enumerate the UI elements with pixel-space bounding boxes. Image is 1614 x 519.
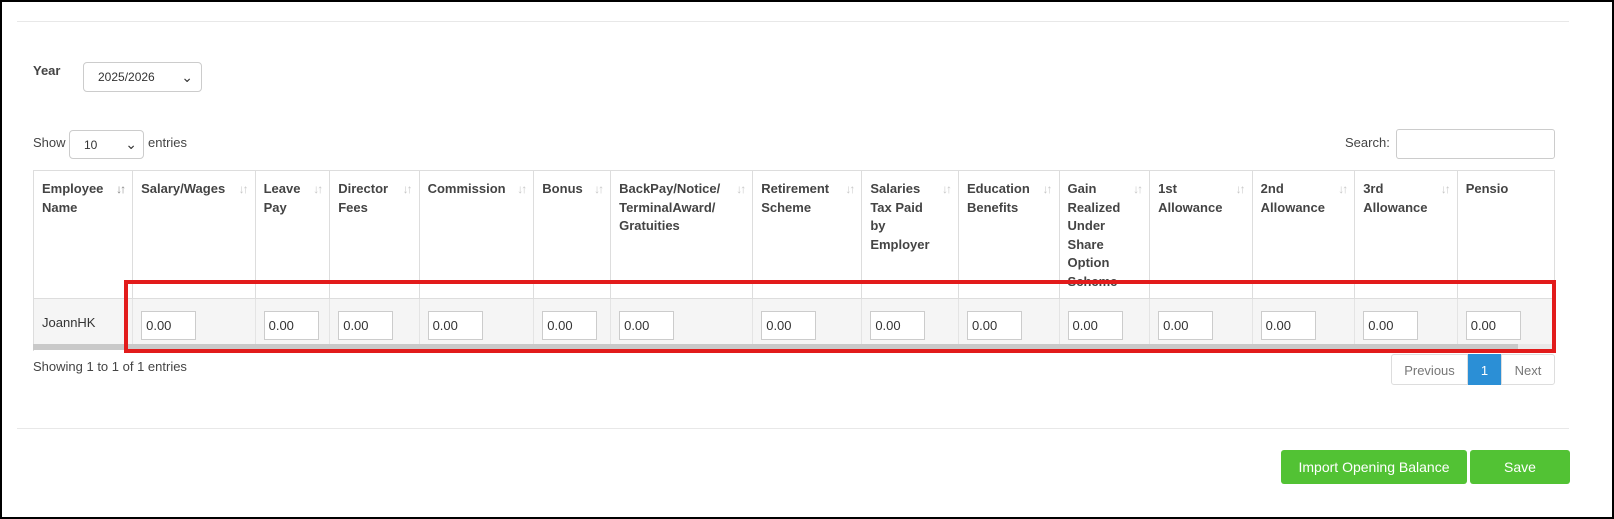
table-row: JoannHK 0.00 0.00 0.00 0.00 0.00 0.00 0.00 0.00 0…	[34, 298, 1555, 347]
page-length-select[interactable]: 10 ⌄	[69, 130, 144, 159]
amount-cell: 0.00	[1457, 298, 1555, 347]
amount-input[interactable]: 0.00	[1158, 311, 1214, 341]
column-header[interactable]: Gain Realized Under Share Option Scheme ↓…	[1059, 170, 1151, 299]
column-header-label: Leave Pay	[263, 181, 301, 215]
amount-input[interactable]: 0.00	[542, 311, 598, 341]
save-button[interactable]: Save	[1470, 450, 1570, 484]
table-header-row: Employee Name ↓↑ Salary/Wages ↓↑ Leave Pay ↓↑…	[34, 170, 1555, 299]
column-header-label: BackPay/Notice/ TerminalAward/ Gratuitie…	[619, 181, 721, 233]
column-header[interactable]: Retirement Scheme ↓↑	[752, 170, 863, 299]
column-header-label: Salaries Tax Paid by Employer	[870, 181, 930, 252]
column-header[interactable]: Leave Pay ↓↑	[255, 170, 331, 299]
search-input[interactable]	[1396, 129, 1555, 159]
scrollbar-track	[1518, 344, 1555, 350]
amount-cell: 0.00	[958, 298, 1060, 347]
amount-cell: 0.00	[861, 298, 959, 347]
column-header[interactable]: Bonus ↓↑	[533, 170, 612, 299]
employee-name-cell: JoannHK	[34, 298, 134, 347]
column-header-label: Employee Name	[42, 181, 104, 215]
entries-label: entries	[148, 135, 188, 150]
amount-input[interactable]: 0.00	[966, 311, 1022, 341]
column-header[interactable]: Director Fees ↓↑	[329, 170, 420, 299]
sort-icon: ↓↑	[517, 182, 527, 196]
sort-icon: ↓↑	[116, 182, 126, 196]
amount-input[interactable]: 0.00	[427, 311, 483, 341]
amount-cell: 0.00	[255, 298, 331, 347]
page-1-button[interactable]: 1	[1468, 354, 1501, 385]
column-header-label: Salary/Wages	[141, 181, 226, 196]
column-header-label: Education Benefits	[966, 181, 1030, 215]
amount-cell: 0.00	[419, 298, 535, 347]
column-header[interactable]: Pensio	[1457, 170, 1555, 299]
top-divider	[17, 21, 1569, 22]
column-header[interactable]: 2nd Allowance ↓↑	[1252, 170, 1356, 299]
sort-icon: ↓↑	[845, 182, 855, 196]
import-opening-balance-button[interactable]: Import Opening Balance	[1281, 450, 1467, 484]
bottom-divider	[17, 428, 1569, 429]
sort-icon: ↓↑	[1235, 182, 1246, 196]
year-select[interactable]: 2025/2026 ⌄	[83, 62, 202, 92]
next-button[interactable]: Next	[1501, 354, 1555, 385]
column-header[interactable]: Employee Name ↓↑	[34, 170, 134, 299]
column-header-label: 1st Allowance	[1158, 181, 1223, 215]
sort-icon: ↓↑	[313, 182, 323, 196]
amount-input[interactable]: 0.00	[1260, 311, 1316, 341]
amount-cell: 0.00	[610, 298, 754, 347]
amount-input[interactable]: 0.00	[619, 311, 675, 341]
sort-icon: ↓↑	[238, 182, 249, 196]
amount-input[interactable]: 0.00	[263, 311, 319, 341]
amount-input[interactable]: 0.00	[338, 311, 394, 341]
sort-icon: ↓↑	[1042, 182, 1053, 196]
pagination: Previous 1 Next	[1391, 354, 1555, 385]
amount-cell: 0.00	[1059, 298, 1151, 347]
column-header-label: Commission	[427, 181, 506, 196]
sort-icon: ↓↑	[736, 182, 746, 196]
column-header[interactable]: 3rd Allowance ↓↑	[1354, 170, 1458, 299]
amount-cell: 0.00	[1354, 298, 1458, 347]
amount-cell: 0.00	[752, 298, 863, 347]
column-header-label: Bonus	[542, 181, 583, 196]
column-header-label: Director Fees	[338, 181, 389, 215]
opening-balance-table: Employee Name ↓↑ Salary/Wages ↓↑ Leave Pay ↓↑…	[33, 170, 1555, 351]
column-header-label: Pensio	[1465, 181, 1509, 196]
amount-input[interactable]: 0.00	[1363, 311, 1419, 341]
amount-cell: 0.00	[1252, 298, 1356, 347]
column-header[interactable]: Education Benefits ↓↑	[958, 170, 1060, 299]
amount-input[interactable]: 0.00	[141, 311, 197, 341]
amount-cell: 0.00	[132, 298, 256, 347]
search-label: Search:	[1345, 135, 1390, 150]
sort-icon: ↓↑	[594, 182, 604, 196]
show-label: Show	[33, 135, 66, 150]
sort-icon: ↓↑	[1133, 182, 1143, 196]
column-header[interactable]: Commission ↓↑	[419, 170, 535, 299]
sort-icon: ↓↑	[1440, 182, 1451, 196]
column-header[interactable]: Salary/Wages ↓↑	[132, 170, 256, 299]
column-header-label: Gain Realized Under Share Option Scheme	[1067, 181, 1121, 289]
previous-button[interactable]: Previous	[1391, 354, 1468, 385]
horizontal-scrollbar[interactable]	[33, 344, 1518, 350]
amount-cell: 0.00	[1149, 298, 1253, 347]
amount-cell: 0.00	[329, 298, 420, 347]
column-header[interactable]: Salaries Tax Paid by Employer ↓↑	[861, 170, 959, 299]
amount-cell: 0.00	[533, 298, 612, 347]
chevron-down-icon: ⌄	[181, 69, 193, 85]
column-header[interactable]: 1st Allowance ↓↑	[1149, 170, 1253, 299]
sort-icon: ↓↑	[1338, 182, 1348, 196]
table-body: JoannHK 0.00 0.00 0.00 0.00 0.00 0.00 0.00 0.00 0…	[34, 298, 1555, 347]
amount-input[interactable]: 0.00	[870, 311, 926, 341]
column-header-label: 3rd Allowance	[1363, 181, 1428, 215]
year-select-value: 2025/2026	[98, 70, 155, 84]
amount-input[interactable]: 0.00	[761, 311, 817, 341]
table-info: Showing 1 to 1 of 1 entries	[33, 359, 187, 374]
amount-input[interactable]: 0.00	[1067, 311, 1123, 341]
chevron-down-icon: ⌄	[125, 136, 137, 152]
column-header[interactable]: BackPay/Notice/ TerminalAward/ Gratuitie…	[610, 170, 754, 299]
year-label: Year	[33, 63, 61, 78]
page-length-value: 10	[84, 138, 98, 152]
column-header-label: 2nd Allowance	[1260, 181, 1325, 215]
sort-icon: ↓↑	[941, 182, 952, 196]
sort-icon: ↓↑	[402, 182, 413, 196]
amount-input[interactable]: 0.00	[1465, 311, 1521, 341]
column-header-label: Retirement Scheme	[761, 181, 830, 215]
